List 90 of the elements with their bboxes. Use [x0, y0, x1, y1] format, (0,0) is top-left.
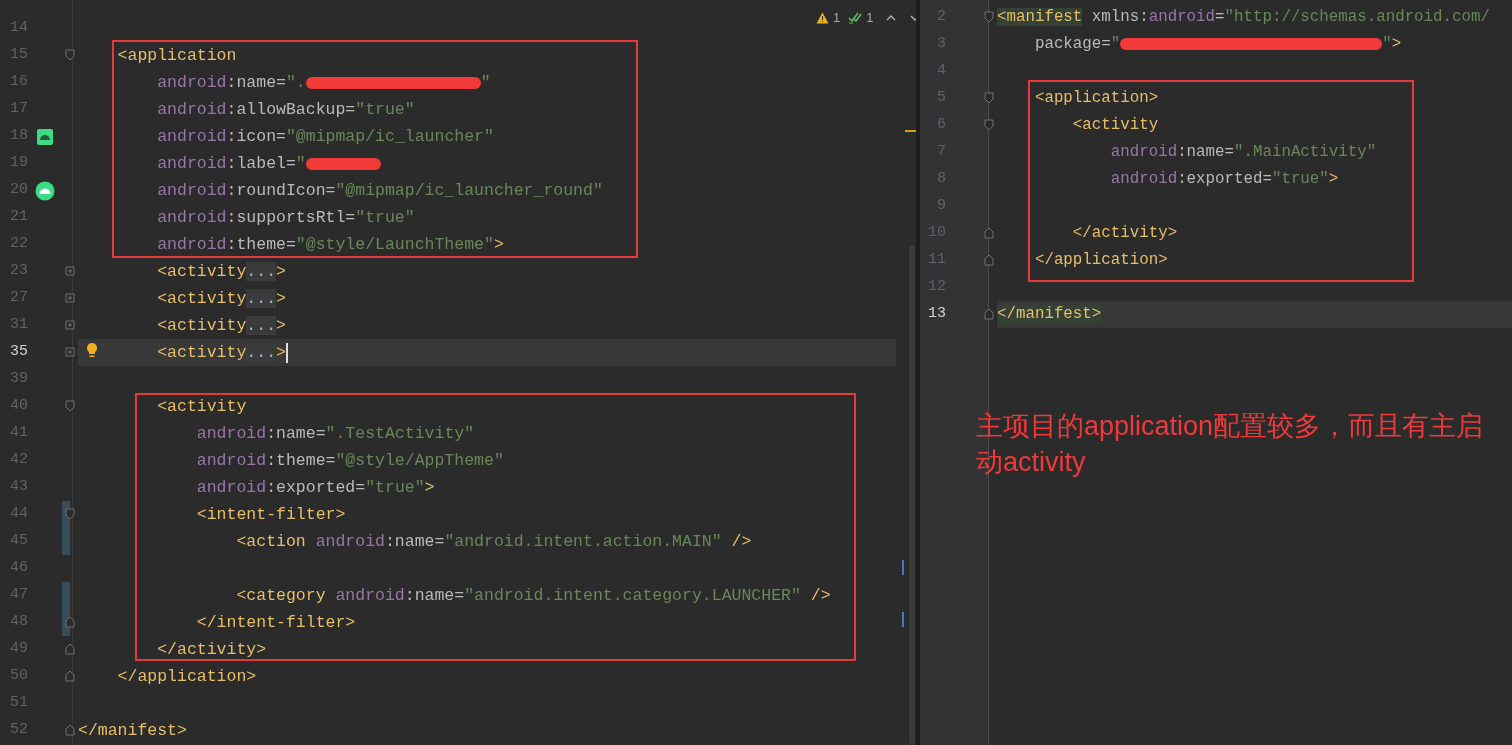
fold-icon[interactable]: [65, 724, 75, 736]
line-number: 43: [9, 477, 28, 498]
scrollbar-thumb[interactable]: [909, 245, 915, 745]
code-line: <activity...>: [156, 341, 288, 365]
lightbulb-icon[interactable]: [86, 342, 98, 358]
code-line: android:icon="@mipmap/ic_launcher": [156, 126, 494, 148]
code-line: </activity>: [1071, 223, 1178, 244]
code-line: <activity: [1071, 115, 1159, 136]
code-line: <application>: [1033, 88, 1159, 109]
code-line: </application>: [1033, 250, 1168, 271]
fold-icon[interactable]: [984, 92, 994, 104]
fold-icon[interactable]: [65, 319, 75, 331]
code-line: <activity: [156, 396, 247, 418]
android-icon[interactable]: [35, 180, 55, 201]
line-number: 20: [9, 180, 28, 201]
code-line: android:theme="@style/AppTheme": [195, 450, 504, 472]
code-line: </manifest>: [78, 720, 187, 742]
code-line: <application: [116, 45, 237, 67]
code-line: android:theme="@style/LaunchTheme">: [156, 234, 504, 256]
line-number: 50: [9, 666, 28, 687]
warning-icon[interactable]: [816, 11, 829, 24]
code-line: <manifest xmlns:android="http://schemas.android.com/: [997, 7, 1490, 28]
line-number: 49: [9, 639, 28, 660]
line-number: 23: [9, 261, 28, 282]
code-line: android:label=": [78, 150, 381, 177]
line-number: 15: [9, 45, 28, 66]
line-number: 31: [9, 315, 28, 336]
line-number: 44: [9, 504, 28, 525]
line-number: 40: [9, 396, 28, 417]
check-count: 1: [866, 9, 874, 27]
line-number: 45: [9, 531, 28, 552]
line-number: 41: [9, 423, 28, 444]
code-line: <intent-filter>: [195, 504, 346, 526]
fold-icon[interactable]: [65, 265, 75, 277]
code-line: </application>: [116, 666, 257, 688]
fold-icon[interactable]: [65, 49, 75, 61]
fold-icon[interactable]: [984, 119, 994, 131]
code-line: </activity>: [156, 639, 267, 661]
code-line: android:name=".MainActivity": [1109, 142, 1377, 163]
line-number: 51: [9, 693, 28, 714]
code-line: android:allowBackup="true": [156, 99, 415, 121]
change-marker[interactable]: [62, 582, 70, 609]
check-icon[interactable]: [848, 11, 863, 24]
error-stripe-mark: [902, 612, 904, 627]
code-line: android:name=". ": [156, 72, 491, 94]
code-line: android:roundIcon="@mipmap/ic_launcher_round": [156, 180, 603, 202]
fold-icon[interactable]: [984, 11, 994, 23]
line-number: 14: [9, 18, 28, 39]
line-number: 35: [9, 342, 28, 363]
code-line: android:name=".TestActivity": [195, 423, 475, 445]
line-number: 48: [9, 612, 28, 633]
error-stripe-mark: [905, 130, 916, 132]
fold-icon[interactable]: [65, 616, 75, 628]
line-number: 17: [9, 99, 28, 120]
fold-icon[interactable]: [984, 308, 994, 320]
fold-icon[interactable]: [65, 346, 75, 358]
change-marker[interactable]: [62, 528, 70, 555]
code-line: android:exported="true">: [195, 477, 435, 499]
annotation-text: 主项目的application配置较多，而且有主启动activity: [976, 410, 1485, 479]
fold-icon[interactable]: [65, 670, 75, 682]
fold-icon[interactable]: [65, 292, 75, 304]
fold-icon[interactable]: [984, 254, 994, 266]
line-number: 18: [9, 126, 28, 147]
line-number: 19: [9, 153, 28, 174]
line-number: 47: [9, 585, 28, 606]
fold-icon[interactable]: [984, 227, 994, 239]
line-number: 52: [9, 720, 28, 741]
fold-icon[interactable]: [65, 643, 75, 655]
code-line: android:exported="true">: [1109, 169, 1339, 190]
line-number: 21: [9, 207, 28, 228]
code-line: <activity...>: [156, 261, 286, 283]
code-line: <activity...>: [156, 315, 286, 337]
line-number: 46: [9, 558, 28, 579]
line-number: 27: [9, 288, 28, 309]
android-icon[interactable]: [36, 127, 54, 146]
code-line: <activity...>: [156, 288, 286, 310]
error-stripe-mark: [902, 560, 904, 575]
code-line: </intent-filter>: [195, 612, 356, 634]
fold-icon[interactable]: [65, 400, 75, 412]
warning-count: 1: [833, 9, 841, 27]
line-number: 39: [9, 369, 28, 390]
fold-icon[interactable]: [65, 508, 75, 520]
code-line: package=" ">: [1033, 34, 1402, 55]
line-number: 42: [9, 450, 28, 471]
code-line: <category android:name="android.intent.category.LAUNCHER" />: [235, 585, 831, 607]
line-number: 13: [927, 304, 946, 325]
code-line: <action android:name="android.intent.action.MAIN" />: [235, 531, 752, 553]
line-number: 16: [9, 72, 28, 93]
line-number: 22: [9, 234, 28, 255]
code-line: android:supportsRtl="true": [156, 207, 415, 229]
